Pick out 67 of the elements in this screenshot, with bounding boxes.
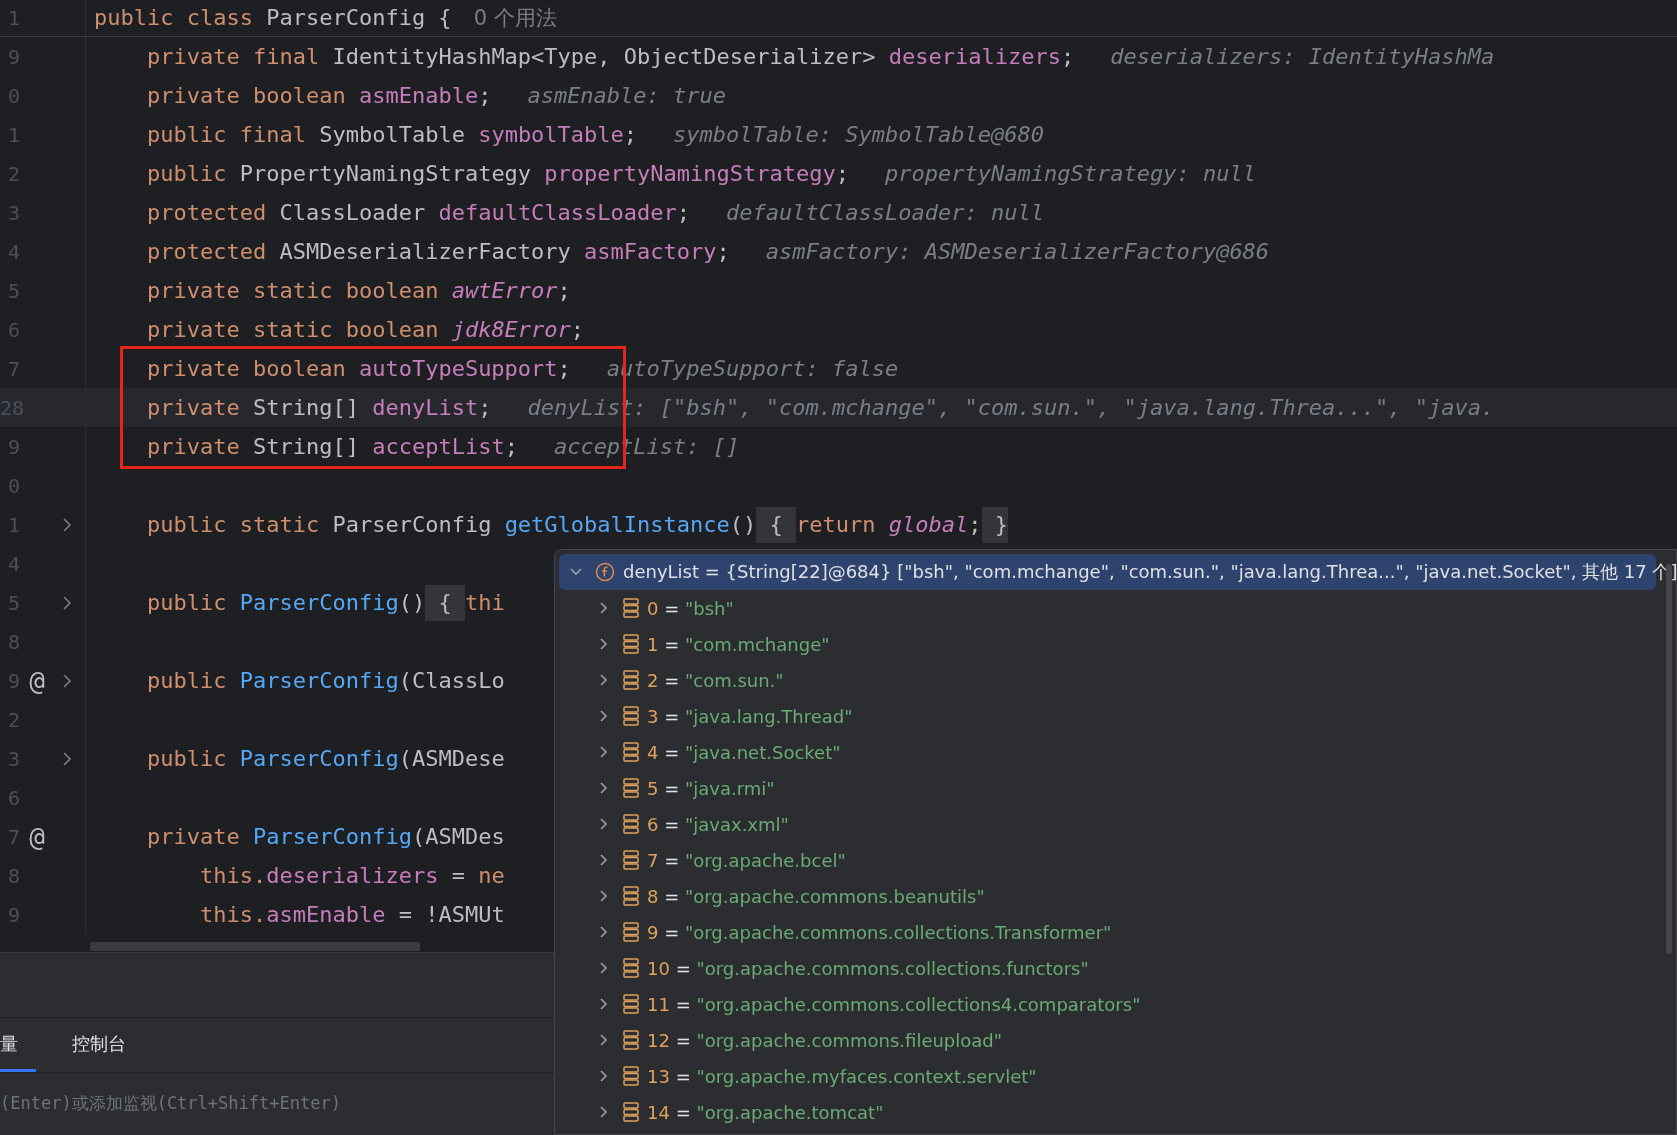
element-label[interactable]: 9 = "org.apache.commons.collections.Transformer" (647, 921, 1112, 943)
fold-icon[interactable] (61, 516, 73, 533)
element-label[interactable]: 10 = "org.apache.commons.collections.functors" (647, 957, 1089, 979)
array-element-icon (623, 634, 639, 654)
element-label[interactable]: 3 = "java.lang.Thread" (647, 705, 853, 727)
array-element-icon (623, 958, 639, 978)
element-label[interactable]: 7 = "org.apache.bcel" (647, 849, 846, 871)
code-text: this.deserializers = ne (200, 861, 505, 890)
code-text: public ParserConfig(ASMDese (147, 744, 505, 773)
code-text: protected ClassLoader defaultClassLoader; (147, 198, 691, 227)
inline-value-hint: deserializers: IdentityHashMa (1110, 44, 1495, 69)
fold-icon[interactable] (61, 750, 73, 767)
code-text: private String[] denyList; (147, 393, 492, 422)
inline-value-hint: asmFactory: ASMDeserializerFactory@686 (765, 239, 1270, 264)
array-element-icon (623, 886, 639, 906)
array-element-icon (623, 1102, 639, 1122)
element-label[interactable]: 4 = "java.net.Socket" (647, 741, 841, 763)
array-element-icon (623, 1066, 639, 1086)
code-text: public ParserConfig(ClassLo (147, 666, 505, 695)
code-text: protected ASMDeserializerFactory asmFactory; (147, 237, 730, 266)
code-text: public PropertyNamingStrategy propertyNamingStrategy; (147, 159, 849, 188)
array-element-icon (623, 850, 639, 870)
array-element-icon (623, 1030, 639, 1050)
code-text: public final SymbolTable symbolTable; (147, 120, 638, 149)
element-label[interactable]: 8 = "org.apache.commons.beanutils" (647, 885, 985, 907)
horizontal-scrollbar[interactable] (90, 942, 420, 951)
array-element-icon (623, 598, 639, 618)
code-text: private static boolean awtError; (147, 276, 571, 305)
code-text: this.asmEnable = !ASMUt (200, 900, 505, 929)
array-element-icon (623, 778, 639, 798)
field-icon (595, 562, 615, 582)
fold-icon[interactable] (61, 672, 73, 689)
inline-value-hint: propertyNamingStrategy: null (885, 161, 1256, 186)
usages-hint[interactable]: 0 个用法 (473, 4, 557, 32)
code-text: private String[] acceptList; (147, 432, 518, 461)
element-label[interactable]: 11 = "org.apache.commons.collections4.comparators" (647, 993, 1141, 1015)
inline-value-hint: defaultClassLoader: null (726, 200, 1044, 225)
element-label[interactable]: 12 = "org.apache.commons.fileupload" (647, 1029, 1003, 1051)
annotation-mark[interactable]: @ (29, 665, 45, 696)
element-label[interactable]: 1 = "com.mchange" (647, 633, 830, 655)
panel-tab[interactable]: 量 (0, 1018, 36, 1072)
code-text: private ParserConfig(ASMDes (147, 822, 505, 851)
fold-icon[interactable] (61, 594, 73, 611)
annotation-mark[interactable]: @ (29, 821, 45, 852)
inline-value-hint: symbolTable: SymbolTable@680 (673, 122, 1044, 147)
code-text: private boolean autoTypeSupport; (147, 354, 571, 383)
element-label[interactable]: 0 = "bsh" (647, 597, 734, 619)
array-element-icon (623, 922, 639, 942)
element-label[interactable]: 6 = "javax.xml" (647, 813, 789, 835)
element-label[interactable]: 2 = "com.sun." (647, 669, 784, 691)
panel-tab[interactable]: 控制台 (72, 1018, 144, 1072)
code-text: private static boolean jdk8Error; (147, 315, 585, 344)
code-text: private boolean asmEnable; (147, 81, 492, 110)
array-element-icon (623, 994, 639, 1014)
vertical-scrollbar[interactable] (1666, 564, 1672, 954)
code-text: private final IdentityHashMap<Type, ObjectDeserializer> deserializers; (147, 42, 1075, 71)
array-element-icon (623, 670, 639, 690)
element-label[interactable]: 14 = "org.apache.tomcat" (647, 1101, 884, 1123)
code-text: public ParserConfig() { thi (147, 584, 505, 621)
array-element-icon (623, 814, 639, 834)
element-label[interactable]: 5 = "java.rmi" (647, 777, 775, 799)
element-label[interactable]: 13 = "org.apache.myfaces.context.servlet" (647, 1065, 1037, 1087)
array-element-icon (623, 742, 639, 762)
code-text: public static ParserConfig getGlobalInstance() { return global; } (147, 506, 1008, 543)
code-text: public class ParserConfig { (94, 4, 452, 32)
inline-value-hint: asmEnable: true (527, 83, 727, 108)
array-element-icon (623, 706, 639, 726)
